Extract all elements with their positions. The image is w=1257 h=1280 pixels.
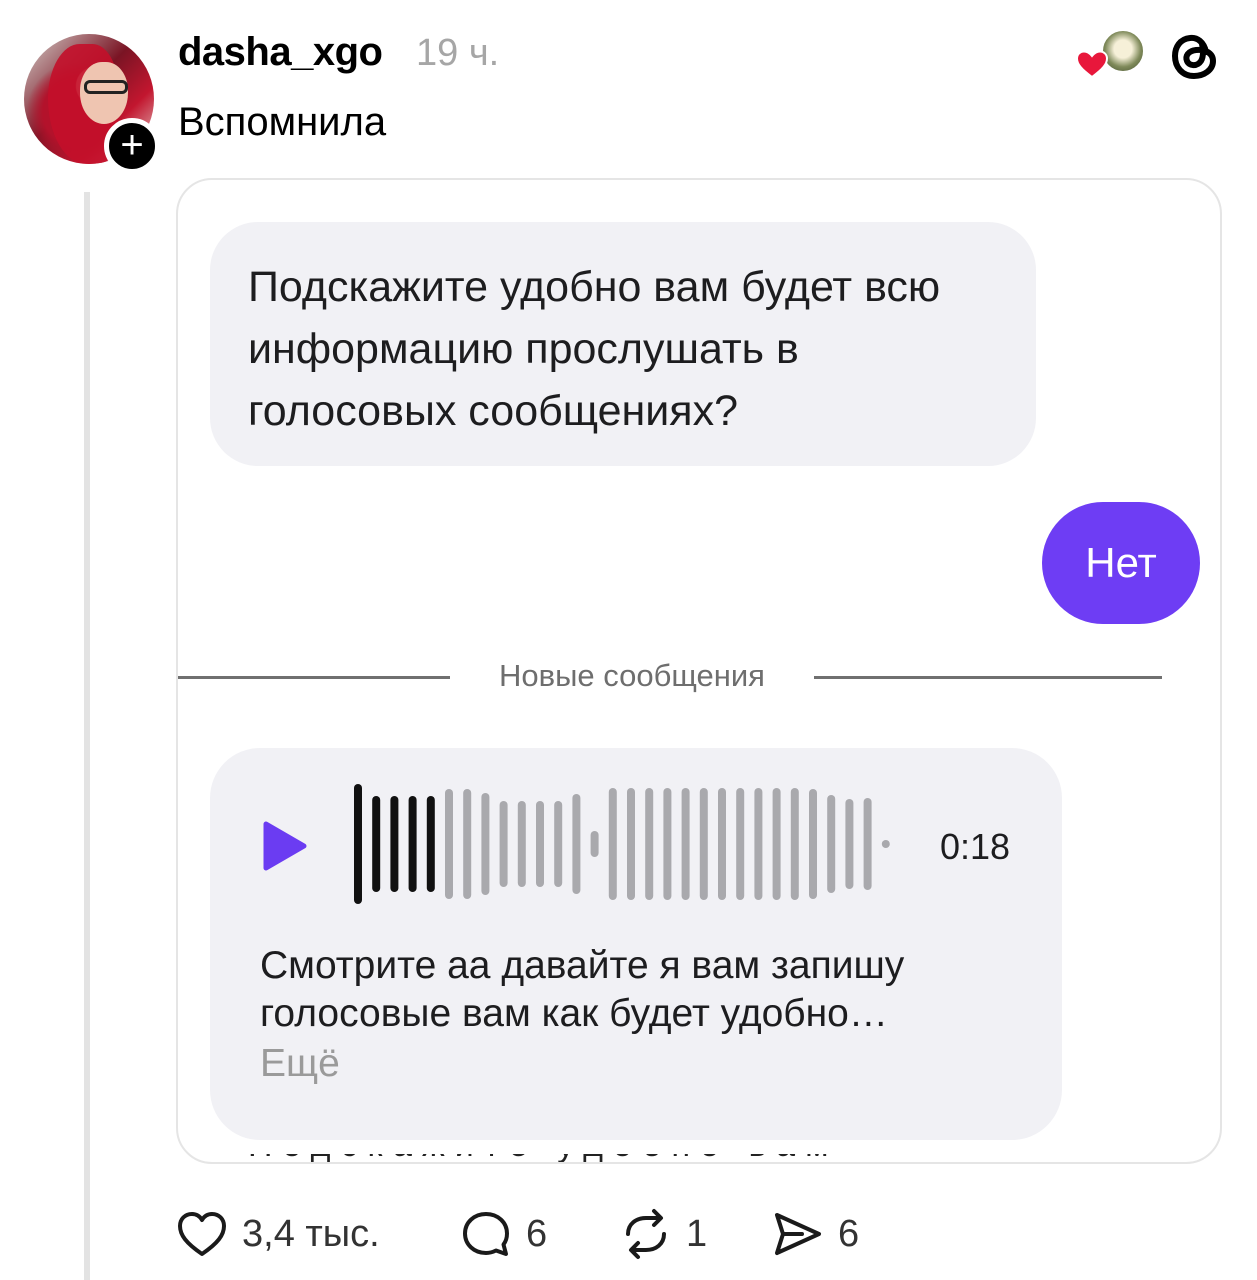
heart-icon — [178, 1212, 226, 1256]
new-messages-divider: Новые сообщения — [499, 658, 765, 693]
repost-icon — [626, 1209, 666, 1259]
waveform-bar — [627, 788, 635, 900]
repost-button[interactable]: 1 — [620, 1206, 707, 1262]
share-icon — [775, 1213, 821, 1255]
divider-line — [178, 676, 450, 679]
voice-message-bubble: 0:18 Смотрите аа давайте я вам запишу го… — [210, 748, 1062, 1140]
waveform-bar — [408, 796, 417, 892]
waveform-bar — [481, 793, 490, 895]
play-icon — [263, 821, 307, 871]
post-timestamp: 19 ч. — [416, 32, 500, 74]
share-count: 6 — [838, 1212, 860, 1255]
waveform-bar — [845, 799, 854, 889]
waveform-bar — [390, 796, 399, 892]
liked-by-indicator[interactable] — [1076, 28, 1148, 80]
reply-button[interactable]: 6 — [460, 1206, 547, 1262]
waveform-bar — [736, 788, 745, 900]
waveform-bar — [754, 788, 763, 900]
thread-line — [84, 192, 90, 1280]
like-count: 3,4 тыс. — [242, 1212, 380, 1255]
outgoing-message-bubble: Нет — [1042, 502, 1200, 624]
cutoff-message: Подскажите удобно вам будет удобно — [248, 1154, 948, 1162]
waveform-bar — [426, 796, 435, 892]
waveform-bar — [536, 801, 544, 887]
waveform-bar — [572, 794, 581, 894]
waveform-bar — [718, 788, 726, 900]
waveform-bar — [881, 840, 890, 848]
waveform-bar — [863, 798, 872, 890]
voice-transcript: Смотрите аа давайте я вам запишу голосов… — [260, 944, 905, 1035]
follow-button[interactable]: + — [104, 118, 160, 174]
heart-icon — [1076, 50, 1108, 78]
waveform-bar — [790, 788, 799, 900]
waveform-bar — [590, 831, 599, 857]
voice-duration: 0:18 — [940, 826, 1011, 867]
waveform-bar — [681, 788, 690, 900]
attached-image[interactable]: Подскажите удобно вам будет всю информац… — [176, 178, 1222, 1164]
waveform-bar — [554, 801, 563, 887]
waveform-bar — [699, 788, 708, 900]
divider-line — [814, 676, 1162, 679]
share-button[interactable]: 6 — [772, 1206, 859, 1262]
reply-count: 6 — [526, 1212, 548, 1255]
threads-logo-icon[interactable] — [1170, 28, 1220, 82]
post-caption: Вспомнила — [178, 100, 387, 144]
incoming-message-bubble: Подскажите удобно вам будет всю информац… — [210, 222, 1036, 466]
waveform-bar — [499, 801, 508, 887]
waveform-bar — [809, 789, 817, 899]
waveform — [354, 784, 890, 904]
waveform-bar — [608, 788, 617, 900]
waveform-bar — [663, 788, 672, 900]
waveform-bar — [372, 796, 381, 892]
waveform-bar — [772, 788, 781, 900]
waveform-bar — [517, 801, 526, 887]
waveform-bar — [827, 795, 836, 893]
repost-count: 1 — [686, 1212, 708, 1255]
waveform-bar — [354, 784, 362, 904]
username[interactable]: dasha_xgo — [178, 30, 383, 75]
like-button[interactable]: 3,4 тыс. — [176, 1206, 380, 1262]
show-more-link: Ещё — [260, 1042, 340, 1085]
reply-icon — [463, 1212, 509, 1256]
waveform-bar — [463, 789, 472, 899]
waveform-bar — [445, 789, 453, 899]
threads-post: + dasha_xgo 19 ч. Вспомнила Подскажите у… — [0, 0, 1257, 1280]
waveform-bar — [645, 788, 654, 900]
